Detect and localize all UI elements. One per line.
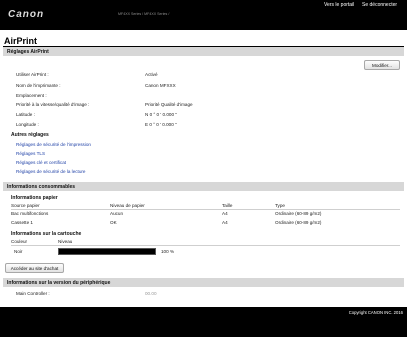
paper-row-2-type: Ordinaire (60-89 g/m2) — [275, 220, 322, 225]
latitude-label: Latitude : — [16, 112, 35, 117]
cartridge-color-black: Noir — [14, 249, 23, 254]
footer-bar: Copyright CANON INC. 2016 — [0, 307, 407, 337]
cartridge-table-divider — [11, 245, 400, 246]
printer-name-value: Canon MFXXX — [145, 83, 176, 88]
print-security-link[interactable]: Réglages de sécurité de l'impression — [16, 142, 91, 147]
portal-link[interactable]: Vers le portail — [324, 2, 354, 8]
device-model-text: MF4XX Series / MF4XX Series / — [118, 12, 170, 16]
paper-info-title: Informations papier — [11, 195, 58, 201]
speed-quality-value: Priorité Qualité d'image — [145, 102, 193, 107]
read-security-link[interactable]: Réglages de sécurité de la lecture — [16, 169, 85, 174]
longitude-value: E 0 ° 0 ' 0.000 " — [145, 122, 177, 127]
paper-col-type: Type — [275, 203, 285, 208]
longitude-label: Longitude : — [16, 122, 39, 127]
main-controller-value: 00.00 — [145, 291, 157, 296]
printer-name-label: Nom de l'imprimante : — [16, 83, 61, 88]
cartridge-col-color: Couleur — [11, 239, 28, 244]
speed-quality-label: Priorité à la vitesse/qualité d'image : — [16, 102, 90, 107]
paper-row-2-source: Cassette 1 — [11, 220, 33, 225]
use-airprint-label: Utiliser AirPrint : — [16, 72, 49, 77]
header-bar: Canon MF4XX Series / MF4XX Series / Vers… — [0, 0, 407, 30]
paper-row-1-level: Aucun — [110, 211, 124, 216]
paper-table-divider — [11, 209, 400, 210]
purchase-site-button[interactable]: Accéder au site d'achat — [5, 263, 64, 273]
logout-link[interactable]: Se déconnecter — [362, 2, 397, 8]
edit-button[interactable]: Modifier... — [364, 60, 400, 70]
paper-col-size: Taille — [222, 203, 233, 208]
main-controller-label: Main Controller : — [16, 291, 50, 296]
airprint-settings-header: Réglages AirPrint — [3, 47, 404, 56]
canon-logo: Canon — [8, 9, 45, 20]
paper-col-level: Niveau de papier — [110, 203, 145, 208]
toner-level-text: 100 % — [161, 249, 175, 254]
other-settings-title: Autres réglages — [11, 132, 49, 138]
paper-row-1-type: Ordinaire (60-89 g/m2) — [275, 211, 322, 216]
toner-level-fill — [59, 249, 155, 254]
location-label: Emplacement : — [16, 93, 47, 98]
paper-row-2-size: A4 — [222, 220, 228, 225]
cartridge-col-level: Niveau — [58, 239, 73, 244]
tls-settings-link[interactable]: Réglages TLS — [16, 151, 45, 156]
page-title: AirPrint — [4, 36, 38, 46]
toner-level-bar — [58, 248, 156, 255]
paper-row-1-source: Bac multifonctions — [11, 211, 49, 216]
paper-col-source: Source papier — [11, 203, 40, 208]
device-version-header: Informations sur la version du périphéri… — [3, 278, 404, 287]
key-certificate-link[interactable]: Réglages clé et certificat — [16, 160, 66, 165]
use-airprint-value: Activé — [145, 72, 158, 77]
latitude-value: N 0 ° 0 ' 0.000 " — [145, 112, 177, 117]
copyright-text: Copyright CANON INC. 2016 — [348, 310, 403, 315]
cartridge-info-title: Informations sur la cartouche — [11, 231, 82, 237]
paper-row-2-level: OK — [110, 220, 117, 225]
paper-row-1-size: A4 — [222, 211, 228, 216]
consumables-header: Informations consommables — [3, 182, 404, 191]
